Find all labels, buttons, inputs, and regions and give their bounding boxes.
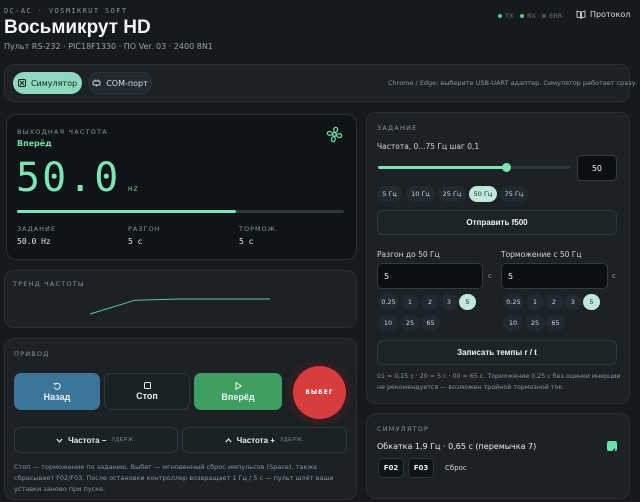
- setpoint-stat-label: ЗАДАНИЕ: [17, 225, 56, 233]
- accel-unit: с: [488, 272, 492, 280]
- frequency-range-label: Частота, 0...75 Гц шаг 0,1: [377, 142, 480, 151]
- book-icon: [576, 10, 586, 19]
- frequency-value-input[interactable]: 50: [577, 155, 617, 181]
- output-caption: ВЫХОДНАЯ ЧАСТОТА: [17, 128, 108, 136]
- decel-chip-1[interactable]: 1: [526, 294, 544, 310]
- preset-5hz[interactable]: 5 Гц: [377, 186, 402, 202]
- accel-stat-value: 5 с: [128, 237, 143, 246]
- fan-icon: [326, 126, 343, 147]
- accel-chip-0.25[interactable]: 0.25: [378, 294, 399, 310]
- accel-chip-65[interactable]: 65: [421, 315, 440, 331]
- reverse-button[interactable]: Назад: [14, 373, 100, 410]
- accel-chip-2[interactable]: 2: [421, 294, 439, 310]
- write-ramps-button[interactable]: Записать темпы r / t: [377, 340, 617, 365]
- tx-indicator: TX: [498, 12, 513, 20]
- setpoint-stat-value: 50.0 Hz: [17, 237, 51, 246]
- accel-chip-3[interactable]: 3: [440, 294, 458, 310]
- check-icon: [608, 448, 616, 455]
- accel-chip-1[interactable]: 1: [401, 294, 419, 310]
- forward-button[interactable]: Вперёд: [194, 373, 282, 410]
- tx-led-icon: [498, 14, 502, 18]
- decel-stat-label: ТОРМОЖ.: [239, 225, 279, 233]
- decel-stat-value: 5 с: [239, 237, 254, 246]
- simulator-icon: [17, 79, 26, 87]
- decel-input[interactable]: 5: [501, 263, 608, 289]
- f02-button[interactable]: F02: [378, 458, 404, 478]
- drive-caption: ПРИВОД: [14, 350, 50, 358]
- play-icon: [235, 381, 242, 390]
- stop-square-icon: [143, 382, 151, 389]
- accel-chip-25[interactable]: 25: [400, 315, 420, 331]
- decel-chip-3[interactable]: 3: [564, 294, 582, 310]
- preset-50hz[interactable]: 50 Гц: [469, 186, 497, 202]
- accel-stat-label: РАЗГОН: [128, 225, 161, 233]
- decel-label: Торможение с 50 Гц: [501, 250, 582, 259]
- device-info: Пульт RS-232 · PIC18F1330 · ПО Ver. 03 ·…: [4, 42, 213, 51]
- f03-button[interactable]: F03: [408, 458, 434, 478]
- trend-line: [89, 298, 270, 315]
- accel-chip-5[interactable]: 5: [459, 294, 476, 310]
- preset-25hz[interactable]: 25 Гц: [438, 186, 466, 202]
- frequency-unit: HZ: [128, 186, 139, 193]
- trend-chart: [89, 298, 270, 315]
- com-port-tab[interactable]: COM-порт: [88, 72, 152, 94]
- browser-hint: Chrome / Edge: выберите USB-UART адаптер…: [388, 79, 638, 87]
- chevron-up-icon: [224, 437, 232, 442]
- frequency-down-button[interactable]: Частота − УДЕРЖ.: [14, 427, 178, 453]
- winding-checkbox[interactable]: [607, 441, 617, 455]
- winding-label: Обкатка 1,9 Гц · 0,65 с (перемычка 7): [377, 442, 537, 451]
- frequency-slider-thumb[interactable]: [502, 163, 511, 172]
- trend-caption: ТРЕНД ЧАСТОТЫ: [13, 280, 85, 288]
- ramp-note: 01 = 0,25 с · 20 = 5 с · 00 = 65 с. Торм…: [377, 373, 621, 391]
- frequency-slider-fill: [378, 166, 506, 169]
- rx-indicator: RX: [520, 12, 536, 20]
- setpoint-caption: ЗАДАНИЕ: [377, 124, 418, 132]
- decel-chip-0.25[interactable]: 0.25: [503, 294, 524, 310]
- simulator-caption: СИМУЛЯТОР: [377, 425, 430, 433]
- frequency-bar-fill: [17, 210, 236, 213]
- decel-chip-25[interactable]: 25: [525, 315, 545, 331]
- frequency-up-button[interactable]: Частота + УДЕРЖ.: [182, 427, 347, 453]
- brand-subtitle: DC-AC · VOSMIKRUT SOFT: [4, 7, 128, 15]
- chevron-down-icon: [56, 438, 63, 443]
- decel-chip-5[interactable]: 5: [583, 294, 600, 310]
- err-led-icon: [542, 14, 546, 18]
- stop-button[interactable]: Стоп: [104, 373, 190, 410]
- drive-note: Стоп — торможение по заданию. Выбег — мг…: [14, 463, 334, 493]
- accel-chip-10[interactable]: 10: [378, 315, 398, 331]
- frequency-readout: 50.0: [16, 155, 121, 201]
- preset-75hz[interactable]: 75 Гц: [500, 186, 528, 202]
- protocol-button[interactable]: Протокол: [576, 10, 630, 19]
- decel-chip-10[interactable]: 10: [503, 315, 523, 331]
- decel-unit: с: [612, 272, 616, 280]
- plug-icon: [92, 79, 101, 87]
- accel-input[interactable]: 5: [377, 263, 483, 289]
- simulator-tab[interactable]: Симулятор: [13, 72, 82, 94]
- decel-chip-65[interactable]: 65: [546, 315, 565, 331]
- accel-label: Разгон до 50 Гц: [377, 250, 440, 259]
- coast-stop-button[interactable]: ВЫБЕГ: [293, 366, 346, 419]
- rx-led-icon: [520, 14, 524, 18]
- decel-chip-2[interactable]: 2: [545, 294, 563, 310]
- reset-button[interactable]: Сброс: [445, 464, 467, 472]
- app-title: Восьмикрут HD: [4, 17, 151, 38]
- direction-label: Вперёд: [17, 139, 52, 148]
- rotate-ccw-icon: [53, 382, 61, 390]
- preset-10hz[interactable]: 10 Гц: [406, 186, 435, 202]
- send-frequency-button[interactable]: Отправить f500: [377, 210, 617, 235]
- err-indicator: ERR: [542, 12, 562, 20]
